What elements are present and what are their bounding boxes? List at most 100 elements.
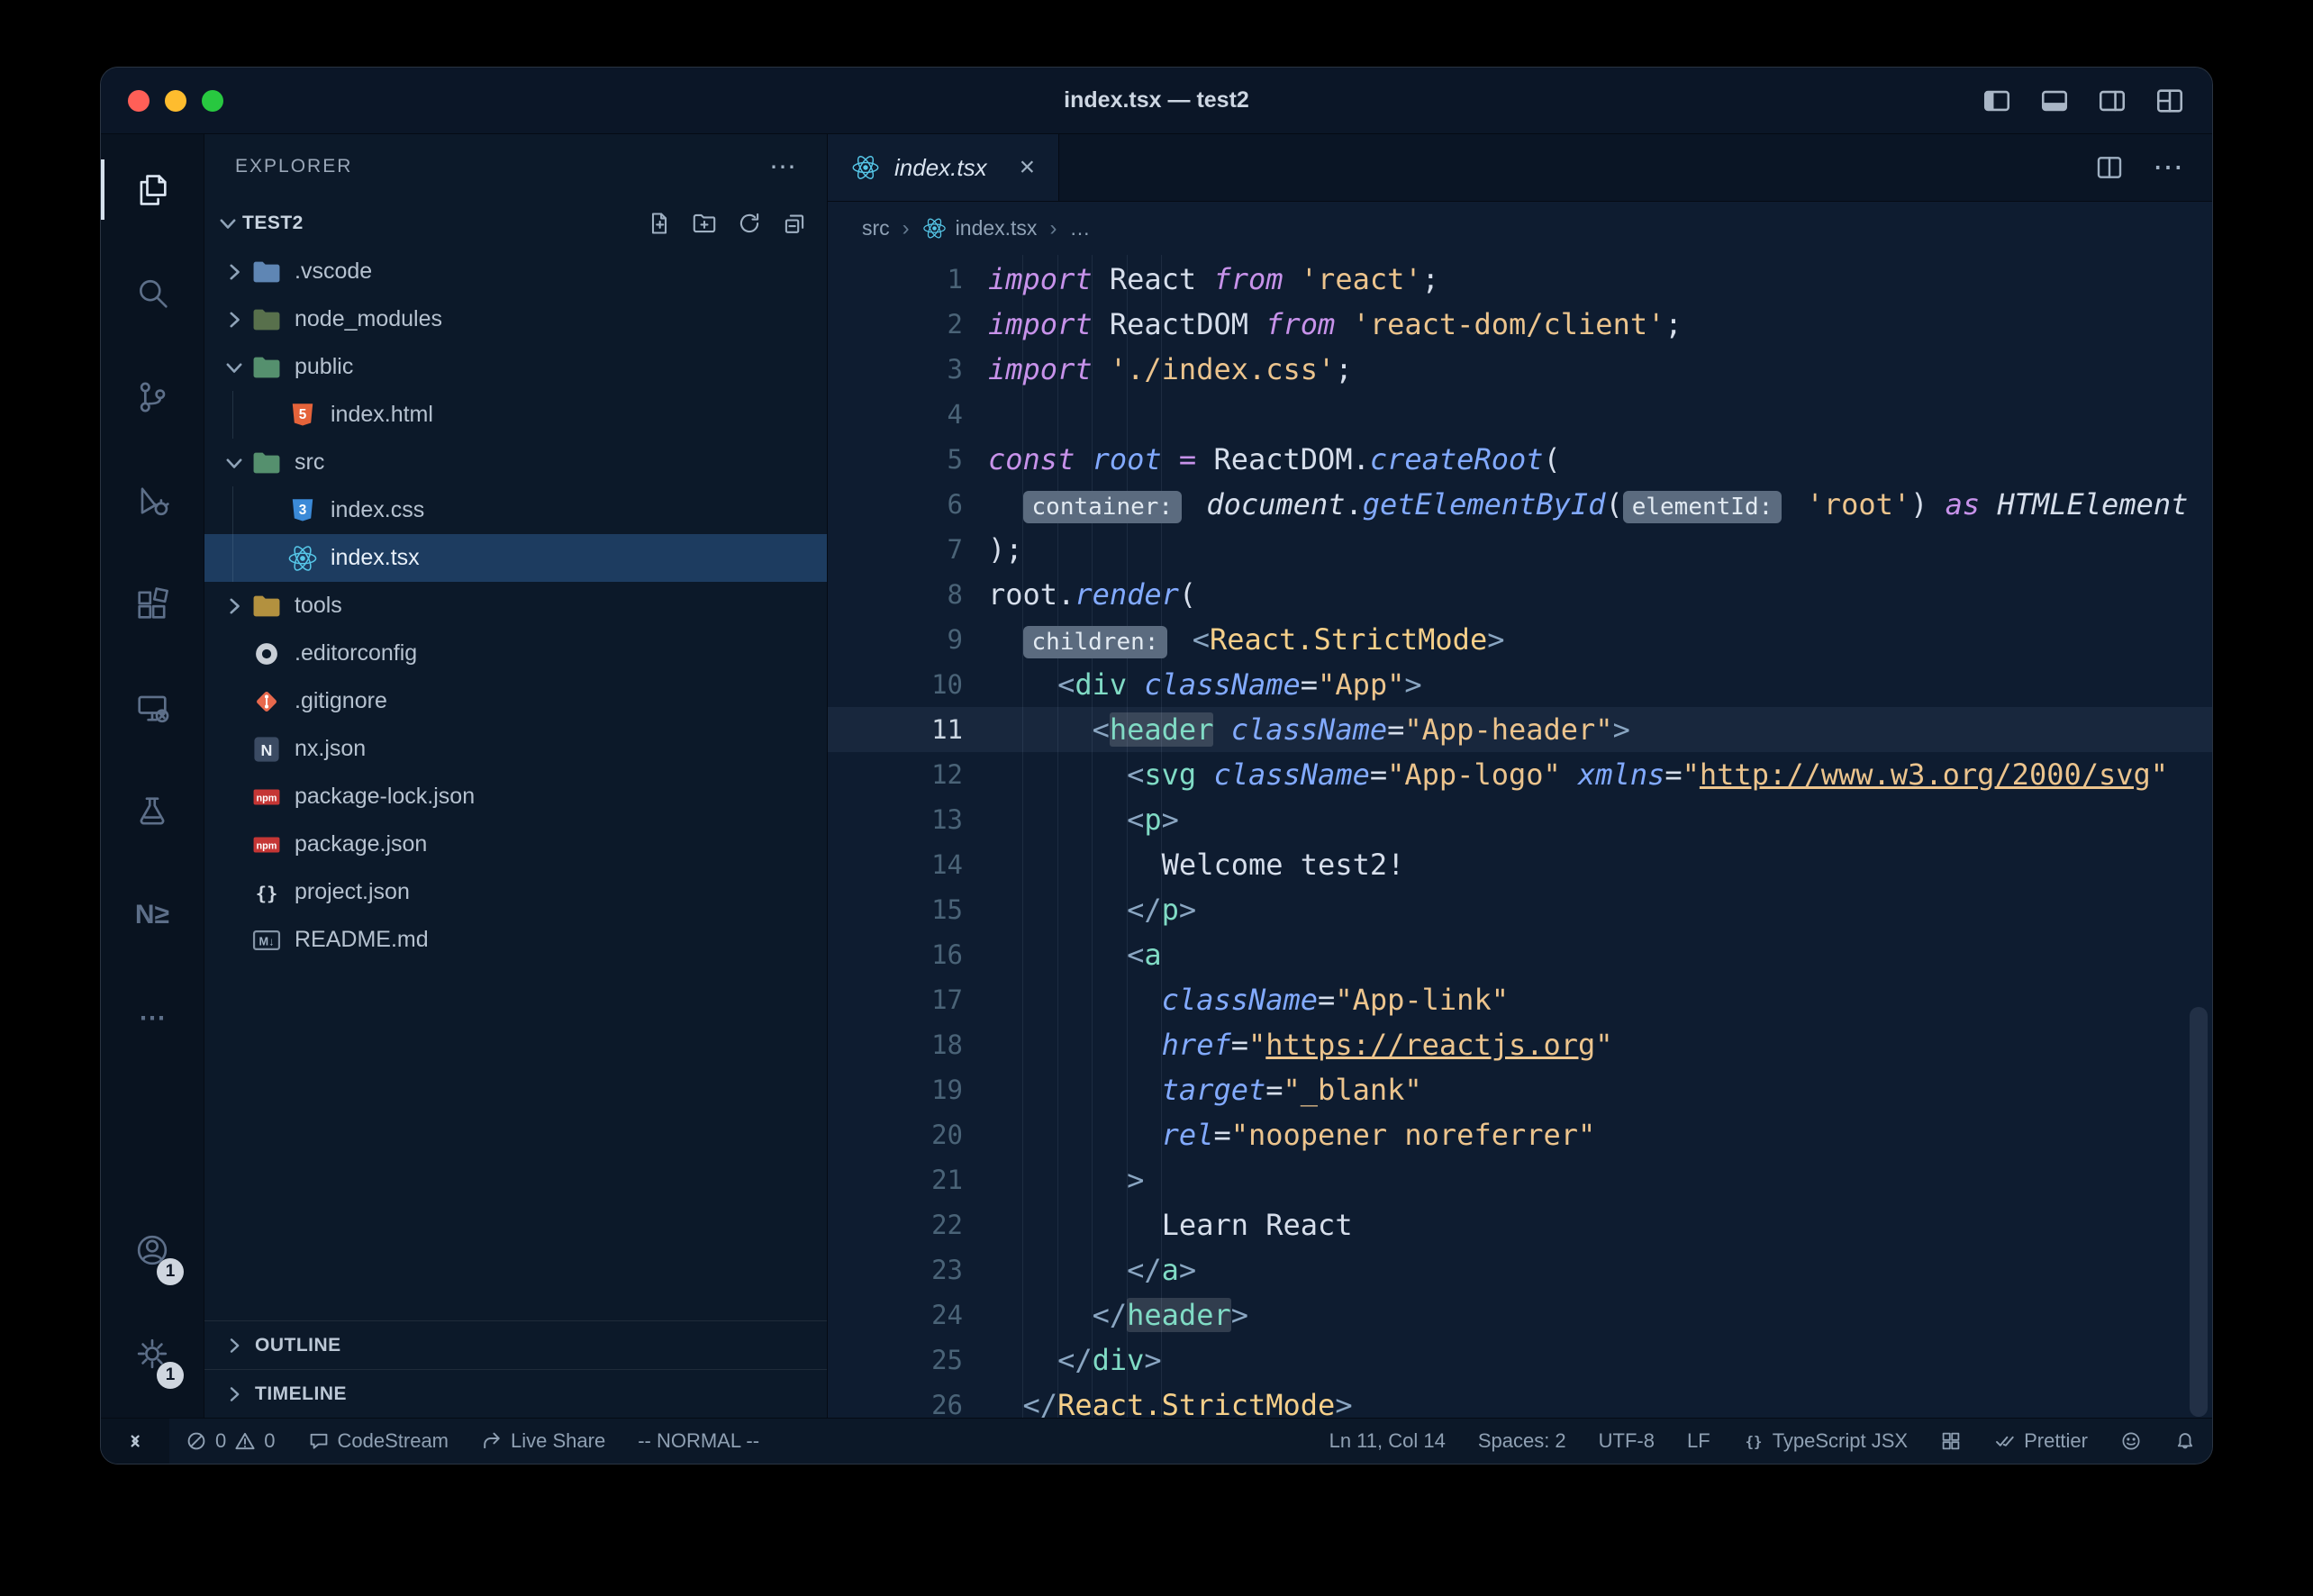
status-feedback[interactable]: [2104, 1419, 2158, 1464]
status-indentation[interactable]: Spaces: 2: [1462, 1419, 1583, 1464]
line-number[interactable]: 19: [828, 1067, 963, 1112]
status-codestream[interactable]: CodeStream: [292, 1419, 466, 1464]
activity-remote-explorer-button[interactable]: [101, 656, 204, 759]
line-number[interactable]: 18: [828, 1022, 963, 1067]
code-editor[interactable]: 1import React from 'react';2import React…: [828, 255, 2212, 1418]
section-outline[interactable]: OUTLINE: [204, 1320, 827, 1369]
code-line-text[interactable]: <a: [963, 932, 1162, 977]
line-number[interactable]: 15: [828, 887, 963, 932]
new-file-button[interactable]: [647, 211, 672, 236]
close-window-button[interactable]: [128, 90, 150, 112]
tree-item-index.html[interactable]: 5index.html: [204, 391, 827, 439]
code-line-text[interactable]: container: document.getElementById(eleme…: [963, 482, 2188, 527]
tree-item-package.json[interactable]: npmpackage.json: [204, 821, 827, 868]
editor-scrollbar[interactable]: [2190, 1007, 2208, 1417]
tree-item-node_modules[interactable]: node_modules: [204, 295, 827, 343]
code-line-text[interactable]: import './index.css';: [963, 347, 1353, 392]
status-live-share[interactable]: Live Share: [465, 1419, 621, 1464]
code-line-text[interactable]: target="_blank": [963, 1067, 1422, 1112]
code-line-text[interactable]: Welcome test2!: [963, 842, 1404, 887]
tab-index-tsx[interactable]: index.tsx ×: [828, 134, 1059, 201]
toggle-secondary-sidebar-icon[interactable]: [2097, 86, 2127, 116]
zoom-window-button[interactable]: [202, 90, 223, 112]
code-line-text[interactable]: className="App-link": [963, 977, 1509, 1022]
line-number[interactable]: 7: [828, 527, 963, 572]
minimize-window-button[interactable]: [165, 90, 186, 112]
line-number[interactable]: 8: [828, 572, 963, 617]
code-line-text[interactable]: [963, 392, 988, 437]
status-cursor-position[interactable]: Ln 11, Col 14: [1313, 1419, 1462, 1464]
code-line-text[interactable]: >: [963, 1157, 1144, 1202]
code-line-text[interactable]: </p>: [963, 887, 1196, 932]
code-line-text[interactable]: </a>: [963, 1247, 1196, 1292]
tree-item-.editorconfig[interactable]: .editorconfig: [204, 630, 827, 677]
activity-accounts-button[interactable]: 1: [101, 1198, 204, 1301]
customize-layout-icon[interactable]: [2154, 86, 2185, 116]
code-line-text[interactable]: <p>: [963, 797, 1179, 842]
section-timeline[interactable]: TIMELINE: [204, 1369, 827, 1418]
activity-source-control-button[interactable]: [101, 345, 204, 449]
activity-explorer-button[interactable]: [101, 138, 204, 241]
line-number[interactable]: 4: [828, 392, 963, 437]
collapse-all-button[interactable]: [782, 211, 807, 236]
line-number[interactable]: 11: [828, 707, 963, 752]
tab-close-icon[interactable]: ×: [1020, 152, 1036, 183]
tree-item-package-lock.json[interactable]: npmpackage-lock.json: [204, 773, 827, 821]
line-number[interactable]: 5: [828, 437, 963, 482]
line-number[interactable]: 9: [828, 617, 963, 662]
tree-item-public[interactable]: public: [204, 343, 827, 391]
status-problems[interactable]: 00: [169, 1419, 292, 1464]
code-line-text[interactable]: children: <React.StrictMode>: [963, 617, 1504, 662]
tree-item-tools[interactable]: tools: [204, 582, 827, 630]
code-line-text[interactable]: rel="noopener noreferrer": [963, 1112, 1595, 1157]
line-number[interactable]: 6: [828, 482, 963, 527]
tree-item-.vscode[interactable]: .vscode: [204, 248, 827, 295]
line-number[interactable]: 24: [828, 1292, 963, 1338]
sidebar-more-actions-button[interactable]: ⋯: [769, 151, 796, 183]
chevron-right-icon[interactable]: [219, 594, 249, 618]
workspace-section-header[interactable]: TEST2: [204, 199, 827, 248]
line-number[interactable]: 2: [828, 302, 963, 347]
code-line-text[interactable]: Learn React: [963, 1202, 1353, 1247]
code-line-text[interactable]: </React.StrictMode>: [963, 1383, 1353, 1418]
code-line-text[interactable]: import ReactDOM from 'react-dom/client';: [963, 302, 1683, 347]
new-folder-button[interactable]: [692, 211, 717, 236]
code-line-text[interactable]: root.render(: [963, 572, 1196, 617]
tree-item-project.json[interactable]: {}project.json: [204, 868, 827, 916]
breadcrumb-item-src[interactable]: src: [862, 216, 890, 240]
line-number[interactable]: 3: [828, 347, 963, 392]
breadcrumb-item-…[interactable]: …: [1069, 216, 1090, 240]
code-line-text[interactable]: );: [963, 527, 1023, 572]
split-editor-icon[interactable]: [2095, 153, 2124, 182]
refresh-button[interactable]: [737, 211, 762, 236]
activity-search-button[interactable]: [101, 241, 204, 345]
status-notifications[interactable]: [2158, 1419, 2212, 1464]
activity-settings-button[interactable]: 1: [101, 1301, 204, 1405]
toggle-panel-icon[interactable]: [2039, 86, 2070, 116]
line-number[interactable]: 23: [828, 1247, 963, 1292]
activity-testing-button[interactable]: [101, 759, 204, 863]
code-line-text[interactable]: import React from 'react';: [963, 257, 1439, 302]
status-prettier[interactable]: Prettier: [1978, 1419, 2104, 1464]
line-number[interactable]: 10: [828, 662, 963, 707]
tree-item-index.tsx[interactable]: index.tsx: [204, 534, 827, 582]
line-number[interactable]: 14: [828, 842, 963, 887]
code-line-text[interactable]: </div>: [963, 1338, 1162, 1383]
activity-run-debug-button[interactable]: [101, 449, 204, 552]
line-number[interactable]: 12: [828, 752, 963, 797]
code-line-text[interactable]: <svg className="App-logo" xmlns="http://…: [963, 752, 2168, 797]
status-language-mode[interactable]: {}TypeScript JSX: [1727, 1419, 1924, 1464]
activity-extensions-button[interactable]: [101, 552, 204, 656]
code-line-text[interactable]: </header>: [963, 1292, 1248, 1338]
tree-item-README.md[interactable]: M↓README.md: [204, 916, 827, 964]
tree-item-index.css[interactable]: 3index.css: [204, 486, 827, 534]
line-number[interactable]: 17: [828, 977, 963, 1022]
line-number[interactable]: 20: [828, 1112, 963, 1157]
line-number[interactable]: 26: [828, 1383, 963, 1418]
tree-item-nx.json[interactable]: Nnx.json: [204, 725, 827, 773]
activity-nx-console-button[interactable]: N≥: [101, 863, 204, 966]
editor-more-actions-icon[interactable]: ⋯: [2153, 150, 2183, 186]
status-extension-status[interactable]: [1924, 1419, 1978, 1464]
tree-item-.gitignore[interactable]: .gitignore: [204, 677, 827, 725]
line-number[interactable]: 1: [828, 257, 963, 302]
